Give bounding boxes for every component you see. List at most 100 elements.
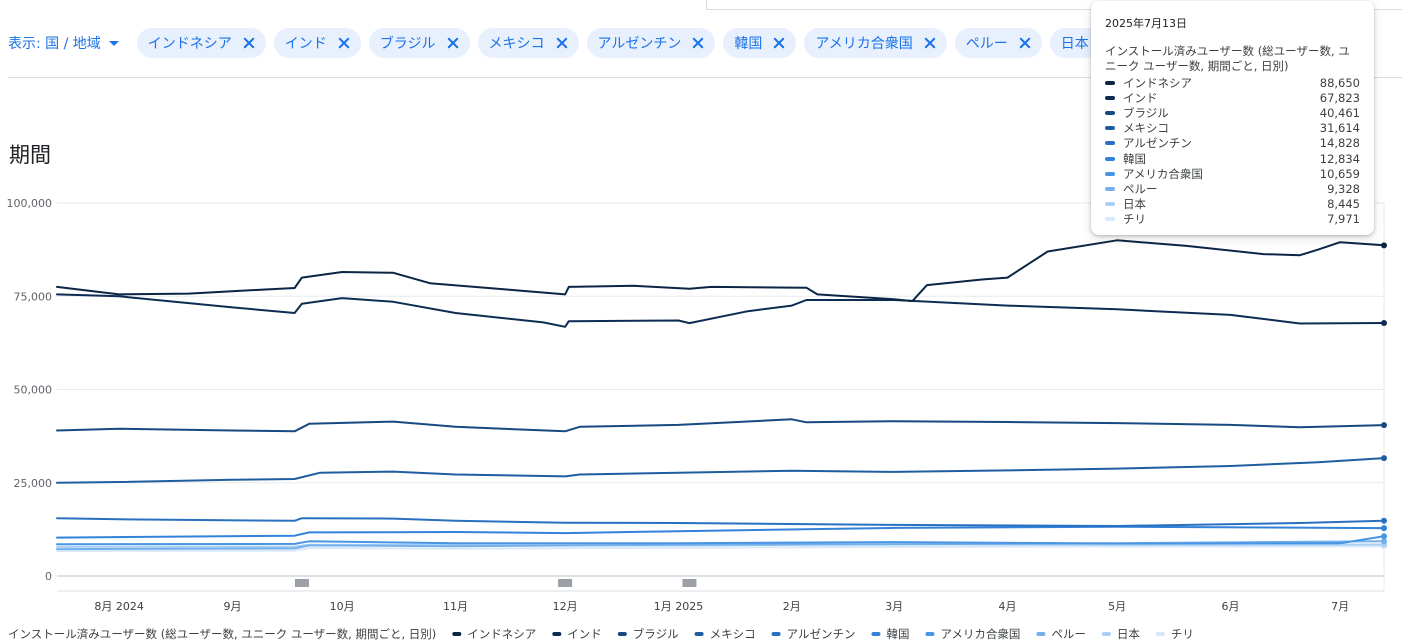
close-icon[interactable] xyxy=(689,34,707,52)
annotation-markers xyxy=(294,579,697,587)
x-tick-label: 9月 xyxy=(223,600,241,613)
tooltip-series-value: 12,834 xyxy=(1319,151,1360,166)
tooltip-series-value: 14,828 xyxy=(1319,136,1360,151)
legend-swatch xyxy=(1105,126,1115,131)
close-icon[interactable] xyxy=(240,34,258,52)
chip-label: アルゼンチン xyxy=(597,36,682,52)
legend-item-label: 韓国 xyxy=(886,627,909,641)
top-divider xyxy=(706,0,707,9)
tooltip-series-value: 31,614 xyxy=(1319,121,1360,136)
tooltip-series-name: アメリカ合衆国 xyxy=(1123,166,1203,181)
legend-swatch xyxy=(1105,186,1115,191)
chip-label: インドネシア xyxy=(147,36,232,52)
series-line[interactable] xyxy=(56,457,1385,484)
y-tick-label: 50,000 xyxy=(14,384,53,397)
series-line[interactable] xyxy=(56,418,1385,433)
x-tick-label: 2月 xyxy=(783,600,801,613)
annotation-marker[interactable] xyxy=(682,579,697,587)
filter-chip[interactable]: メキシコ xyxy=(477,28,579,58)
chip-label: ペルー xyxy=(965,36,1008,52)
tooltip-series-name: 韓国 xyxy=(1123,151,1146,166)
filter-chip[interactable]: ブラジル xyxy=(368,28,470,58)
filter-chip[interactable]: ペルー xyxy=(954,28,1042,58)
legend-swatch xyxy=(1105,95,1115,100)
legend-swatch xyxy=(771,632,781,636)
tooltip-series-name: ペルー xyxy=(1123,181,1158,196)
legend-swatch xyxy=(452,632,462,636)
chip-label: メキシコ xyxy=(488,36,545,52)
series-line[interactable] xyxy=(56,293,1385,328)
x-tick-label: 11月 xyxy=(443,600,468,613)
tooltip-series-value: 10,659 xyxy=(1319,166,1360,181)
legend-swatch xyxy=(1105,110,1115,115)
tooltip-series-name: 日本 xyxy=(1123,197,1146,212)
tooltip-row: インドネシア 88,650 xyxy=(1105,75,1360,90)
chip-label: 日本 xyxy=(1060,36,1089,52)
tooltip-series-value: 67,823 xyxy=(1319,90,1360,105)
legend-item-label: インド xyxy=(567,627,602,641)
legend-swatch xyxy=(552,632,562,636)
tooltip-series-value: 9,328 xyxy=(1327,181,1360,196)
annotation-marker[interactable] xyxy=(558,579,573,587)
legend-swatch xyxy=(1105,217,1115,222)
close-icon[interactable] xyxy=(335,34,353,52)
chip-label: ブラジル xyxy=(379,36,436,52)
filter-chip[interactable]: インドネシア xyxy=(136,28,266,58)
legend-item-label: アメリカ合衆国 xyxy=(940,627,1020,641)
x-tick-label: 5月 xyxy=(1108,600,1126,613)
x-tick-label: 1月 2025 xyxy=(654,600,704,613)
dimension-select[interactable]: 表示: 国 / 地域 xyxy=(8,33,119,53)
filter-chip[interactable]: アルゼンチン xyxy=(586,28,716,58)
y-axis: 0 25,000 50,000 75,000 100,000 xyxy=(7,197,53,583)
x-axis: 8月 2024 9月 10月 11月 12月 1月 2025 2月 3月 4月 5月 6月 7月 xyxy=(94,600,1349,613)
series-line[interactable] xyxy=(56,525,1385,539)
close-icon[interactable] xyxy=(770,34,788,52)
legend-swatch xyxy=(694,632,704,636)
legend-swatch xyxy=(1101,632,1111,636)
x-tick-label: 12月 xyxy=(553,600,578,613)
series-line[interactable] xyxy=(56,239,1385,303)
tooltip-series-name: インド xyxy=(1123,90,1158,105)
series-endpoint xyxy=(1381,320,1387,327)
legend-item-label: メキシコ xyxy=(710,627,756,641)
series-endpoint xyxy=(1381,422,1387,429)
tooltip-metric: インストール済みユーザー数 (総ユーザー数, ユニーク ユーザー数, 期間ごと,… xyxy=(1105,44,1350,73)
legend-item-label: インドネシア xyxy=(467,627,536,641)
tooltip-rows: インドネシア 88,650 インド 67,823 ブラジル 40,461 メキシコ 31,61… xyxy=(1105,75,1360,227)
series-endpoint xyxy=(1381,242,1387,249)
legend-item-label: ブラジル xyxy=(633,627,679,641)
filter-chip[interactable]: 韓国 xyxy=(723,28,797,58)
tooltip-row: メキシコ 31,614 xyxy=(1105,121,1360,136)
chart-series[interactable] xyxy=(56,239,1387,552)
close-icon[interactable] xyxy=(1016,34,1034,52)
x-tick-label: 7月 xyxy=(1331,600,1349,613)
x-tick-label: 10月 xyxy=(330,600,355,613)
tooltip-series-value: 40,461 xyxy=(1319,105,1360,120)
chip-label: 韓国 xyxy=(734,36,763,52)
close-icon[interactable] xyxy=(553,34,571,52)
y-tick-label: 75,000 xyxy=(14,290,53,303)
close-icon[interactable] xyxy=(444,34,462,52)
annotation-marker[interactable] xyxy=(294,579,309,587)
tooltip-date: 2025年7月13日 xyxy=(1105,17,1187,30)
filter-chip[interactable]: インド xyxy=(273,28,361,58)
legend-swatch xyxy=(1105,80,1115,85)
tooltip-series-name: ブラジル xyxy=(1123,105,1169,120)
tooltip-row: 日本 8,445 xyxy=(1105,197,1360,212)
legend-swatch xyxy=(1105,156,1115,161)
tooltip-row: 韓国 12,834 xyxy=(1105,151,1360,166)
x-tick-label: 6月 xyxy=(1221,600,1239,613)
series-endpoint xyxy=(1381,517,1387,524)
close-icon[interactable] xyxy=(921,34,939,52)
section-title: 期間 xyxy=(9,143,51,167)
chip-label: アメリカ合衆国 xyxy=(815,36,913,52)
legend-swatch xyxy=(617,632,627,636)
tooltip-row: ペルー 9,328 xyxy=(1105,181,1360,196)
tooltip-series-name: メキシコ xyxy=(1123,121,1169,136)
dimension-select-label: 表示: 国 / 地域 xyxy=(8,36,101,52)
tooltip-row: アルゼンチン 14,828 xyxy=(1105,136,1360,151)
legend-item-label: チリ xyxy=(1171,627,1194,641)
filter-chip[interactable]: アメリカ合衆国 xyxy=(804,28,947,58)
series-line[interactable] xyxy=(56,535,1385,546)
series-line[interactable] xyxy=(56,517,1385,527)
